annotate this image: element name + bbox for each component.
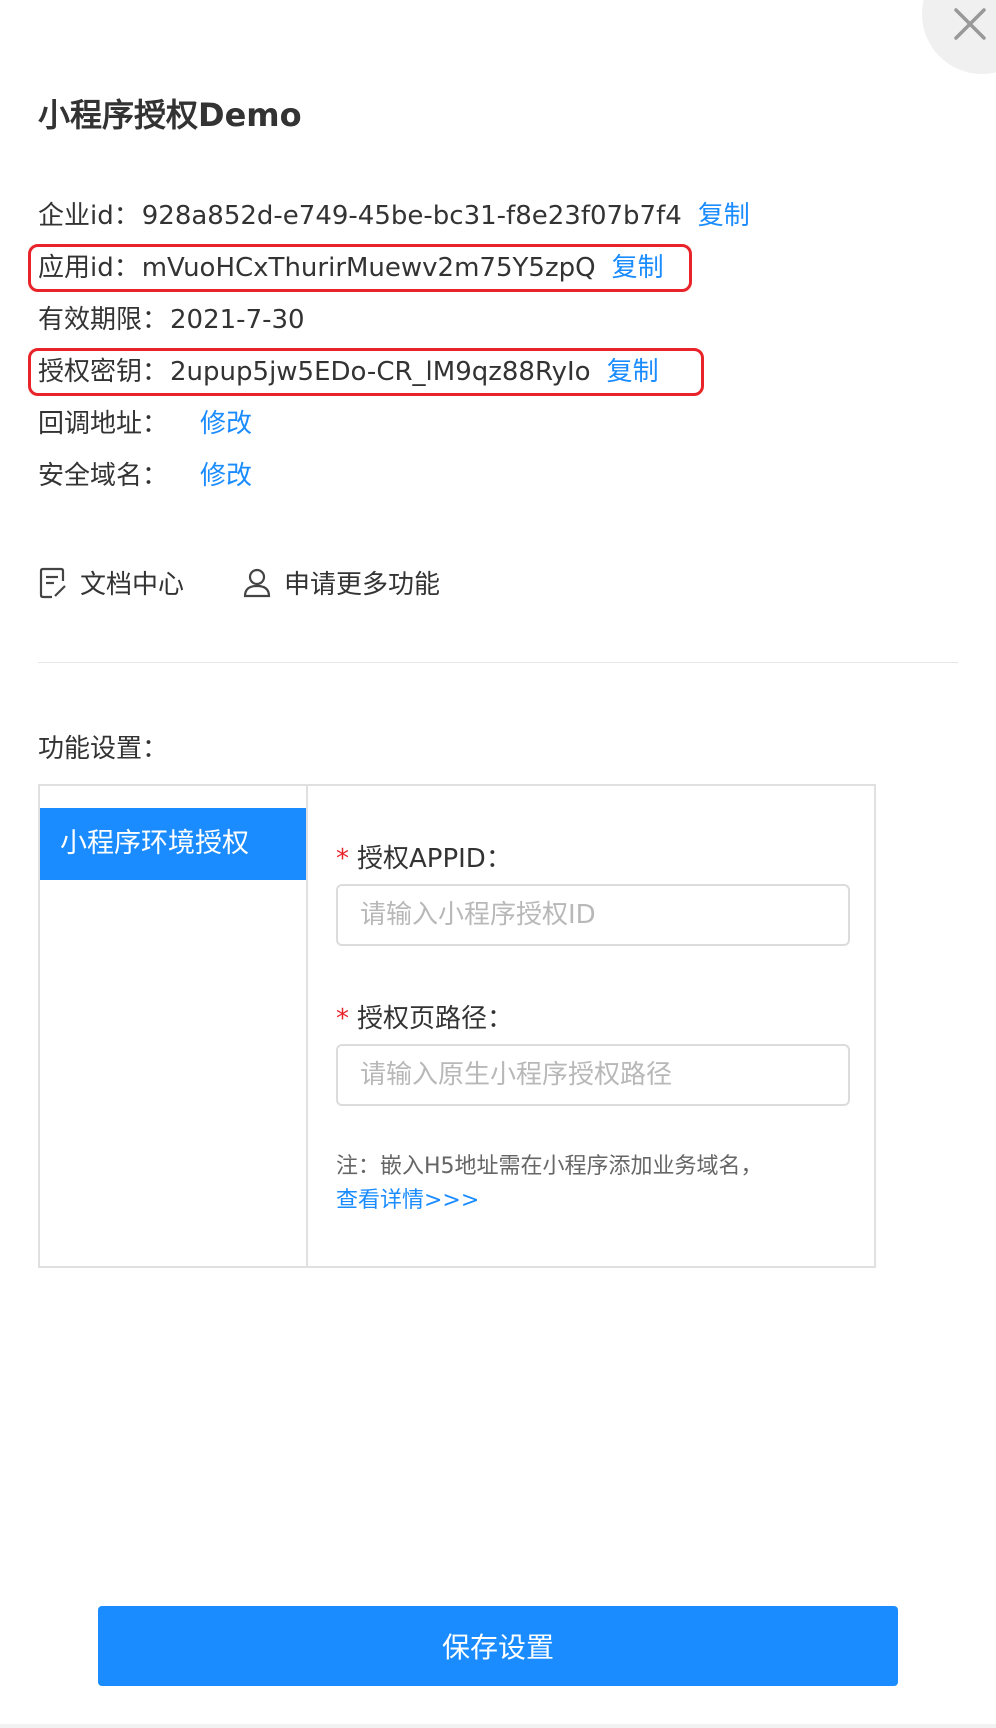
dialog-title: 小程序授权Demo <box>38 96 302 134</box>
valid-until-value: 2021-7-30 <box>170 305 305 335</box>
section-divider <box>38 662 958 663</box>
valid-until-row: 有效期限：2021-7-30 <box>38 302 305 338</box>
close-icon <box>954 8 986 40</box>
appid-label-text: 授权APPID： <box>357 844 512 874</box>
safe-domain-label: 安全域名： <box>38 461 169 491</box>
required-mark: * <box>336 1004 349 1034</box>
menu-item-miniprogram-auth[interactable]: 小程序环境授权 <box>40 808 306 880</box>
bottom-edge <box>0 1724 996 1728</box>
docs-center-link[interactable]: 文档中心 <box>38 564 184 601</box>
enterprise-id-row: 企业id：928a852d-e749-45be-bc31-f8e23f07b7f… <box>38 198 750 234</box>
apply-more-features-link[interactable]: 申请更多功能 <box>242 564 440 601</box>
copy-auth-key-link[interactable]: 复制 <box>607 357 659 387</box>
feature-settings-panel: 小程序环境授权 * 授权APPID： * 授权页路径： 注：嵌入H5地址需在小程序添… <box>38 784 876 1268</box>
edit-safe-domain-link[interactable]: 修改 <box>200 461 252 491</box>
app-id-row: 应用id：mVuoHCxThurirMuewv2m75Y5zpQ 复制 <box>38 250 664 286</box>
auth-path-input[interactable] <box>336 1044 850 1106</box>
copy-enterprise-id-link[interactable]: 复制 <box>698 201 750 231</box>
save-settings-button[interactable]: 保存设置 <box>98 1606 898 1686</box>
valid-until-label: 有效期限： <box>38 305 169 335</box>
callback-url-label: 回调地址： <box>38 409 169 439</box>
domain-note: 注：嵌入H5地址需在小程序添加业务域名， 查看详情>>> <box>336 1150 763 1218</box>
close-button[interactable] <box>922 0 996 74</box>
domain-note-text: 注：嵌入H5地址需在小程序添加业务域名， <box>336 1154 763 1179</box>
apply-more-features-label: 申请更多功能 <box>284 570 441 600</box>
app-id-value: mVuoHCxThurirMuewv2m75Y5zpQ <box>141 253 596 283</box>
required-mark: * <box>336 844 349 874</box>
auth-path-label: * 授权页路径： <box>336 998 513 1035</box>
safe-domain-row: 安全域名： 修改 <box>38 458 252 494</box>
document-icon <box>39 567 66 598</box>
appid-input[interactable] <box>336 884 850 946</box>
user-icon <box>243 568 271 597</box>
settings-menu: 小程序环境授权 <box>40 786 308 1266</box>
view-details-link[interactable]: 查看详情>>> <box>336 1184 763 1218</box>
app-id-label: 应用id： <box>38 253 140 283</box>
auth-key-row: 授权密钥：2upup5jw5EDo-CR_lM9qz88RyIo 复制 <box>38 354 659 390</box>
auth-path-label-text: 授权页路径： <box>357 1004 514 1034</box>
docs-center-label: 文档中心 <box>80 570 185 600</box>
auth-key-label: 授权密钥： <box>38 357 169 387</box>
tool-links: 文档中心 申请更多功能 <box>38 564 440 601</box>
callback-url-row: 回调地址： 修改 <box>38 406 252 442</box>
enterprise-id-label: 企业id： <box>38 201 140 231</box>
appid-label: * 授权APPID： <box>336 838 512 875</box>
edit-callback-url-link[interactable]: 修改 <box>200 409 252 439</box>
auth-key-value: 2upup5jw5EDo-CR_lM9qz88RyIo <box>170 357 591 387</box>
copy-app-id-link[interactable]: 复制 <box>612 253 664 283</box>
enterprise-id-value: 928a852d-e749-45be-bc31-f8e23f07b7f4 <box>141 201 682 231</box>
feature-settings-label: 功能设置： <box>38 734 169 764</box>
